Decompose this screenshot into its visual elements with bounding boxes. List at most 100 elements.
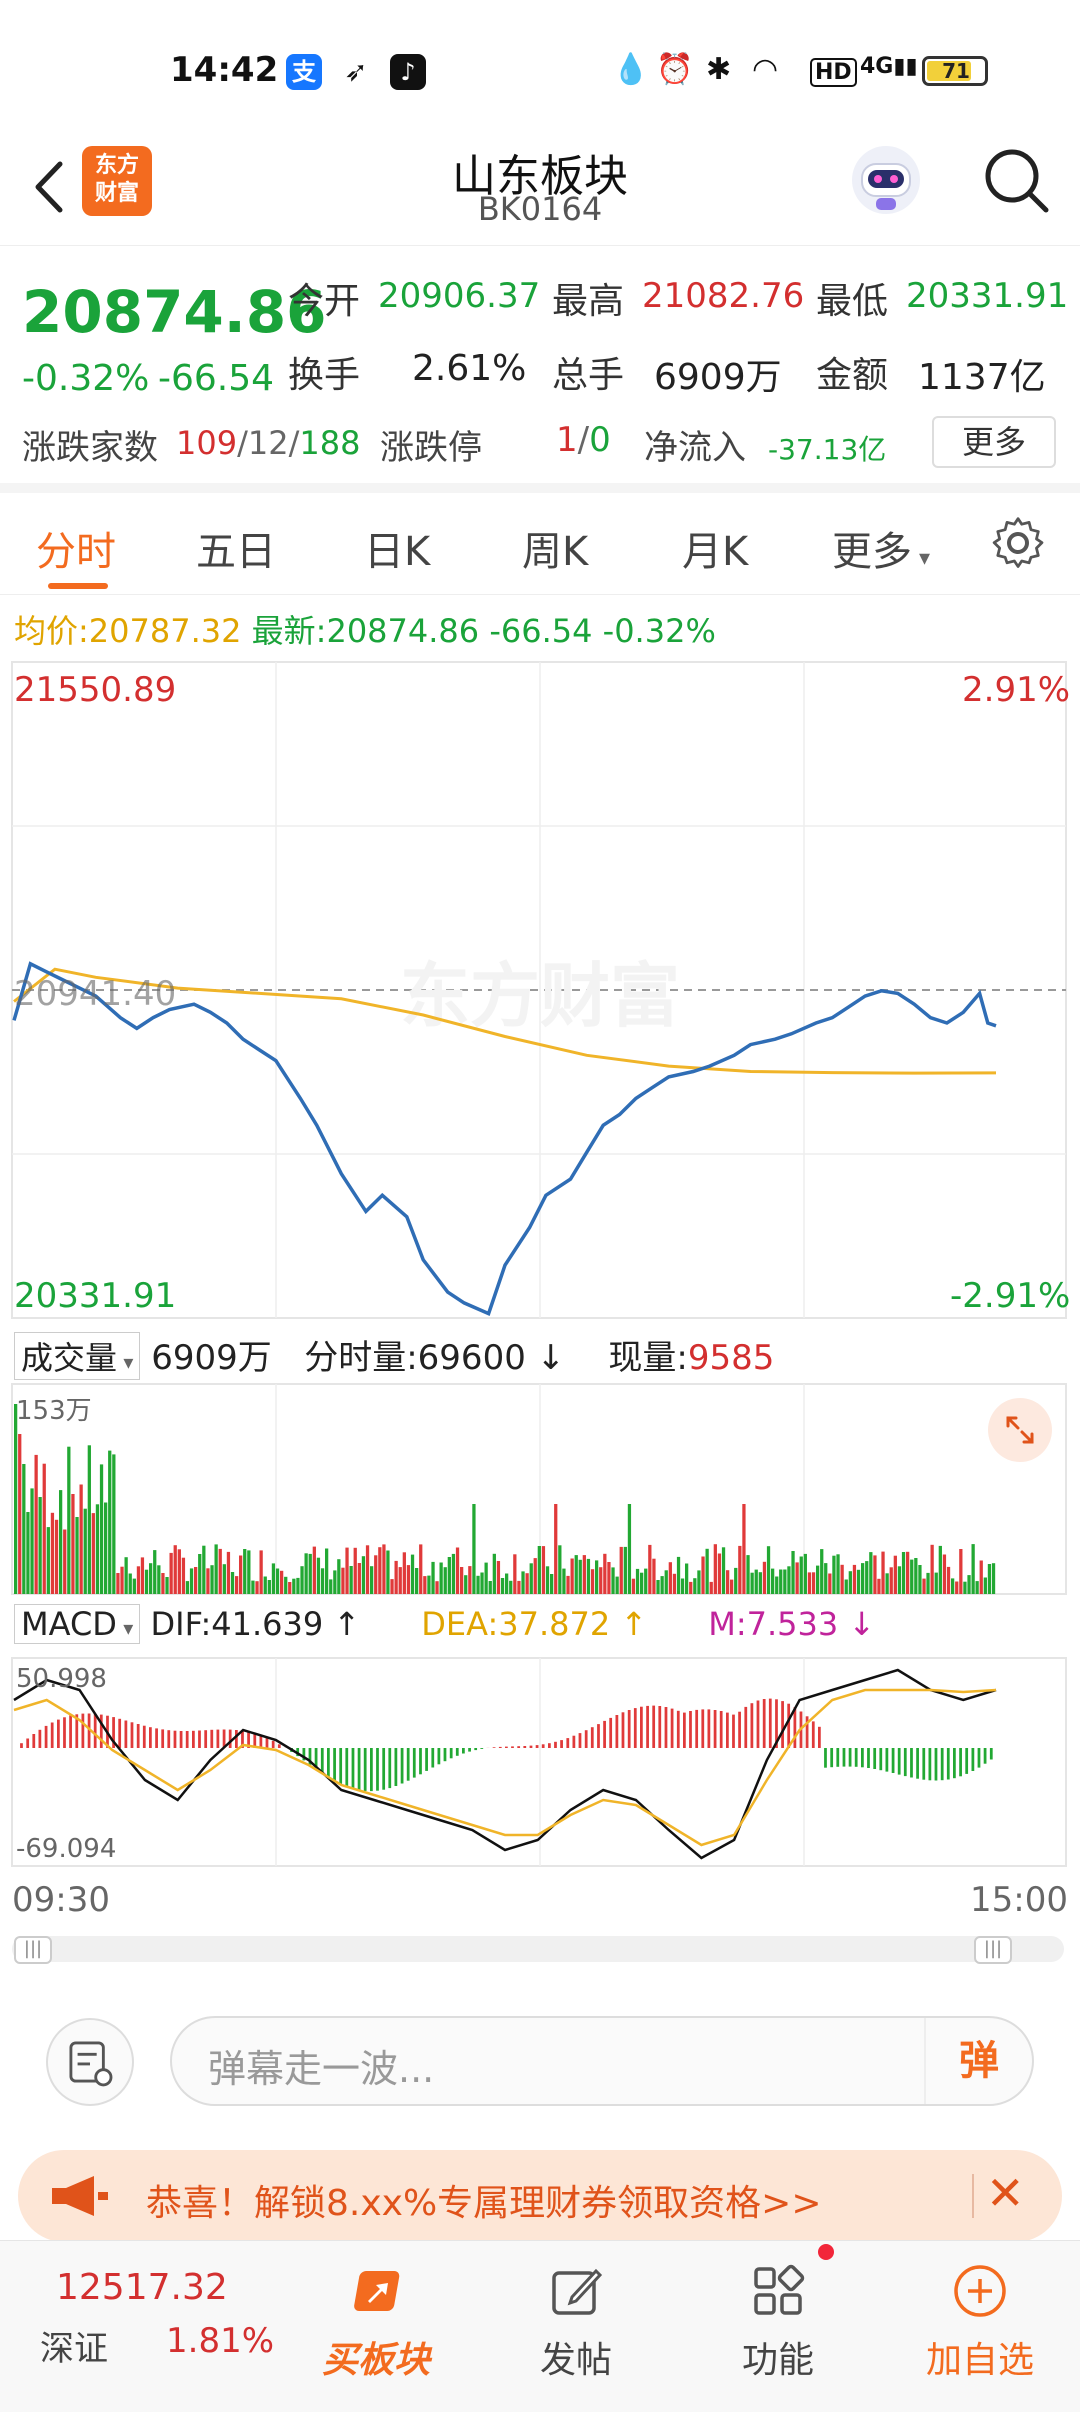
index-value[interactable]: 12517.32 — [56, 2267, 228, 2308]
volume-bar — [333, 1570, 337, 1594]
nav-add-watchlist[interactable]: 加自选 — [900, 2261, 1060, 2383]
volume-bar — [144, 1569, 149, 1594]
time-range-scrollbar[interactable] — [12, 1936, 1064, 1962]
volume-bar — [672, 1573, 677, 1594]
nav-functions[interactable]: 功能 — [698, 2261, 858, 2383]
expand-icon[interactable] — [988, 1398, 1052, 1462]
volume-bar — [341, 1567, 345, 1594]
volume-bar — [267, 1580, 271, 1594]
volume-bar — [423, 1576, 427, 1594]
macd-bar — [897, 1748, 901, 1775]
volume-bar — [537, 1546, 541, 1594]
volume-bar — [951, 1578, 955, 1594]
volume-bar — [95, 1504, 100, 1594]
tiktok-icon: ♪ — [390, 54, 426, 90]
macd-bar — [934, 1748, 938, 1781]
macd-bar — [320, 1748, 324, 1774]
app-logo[interactable]: 东方 财富 — [82, 146, 152, 216]
macd-bar — [130, 1722, 134, 1748]
macd-bar — [572, 1735, 576, 1748]
volume-bar — [50, 1512, 55, 1594]
volume-bar — [820, 1549, 824, 1594]
volume-bar — [312, 1546, 316, 1594]
volume-bar — [263, 1576, 267, 1594]
macd-bar — [106, 1715, 109, 1748]
tab-intraday[interactable]: 分时 — [36, 519, 116, 577]
tab-monthly-k[interactable]: 月K — [682, 519, 748, 577]
macd-bar — [529, 1745, 533, 1748]
search-icon[interactable] — [976, 140, 1056, 220]
range-end-handle[interactable]: ||| — [974, 1936, 1012, 1964]
danmaku-toggle-button[interactable]: 弹 — [924, 2018, 1032, 2104]
index-pct[interactable]: 1.81% — [166, 2321, 274, 2361]
promo-banner[interactable]: 恭喜！解锁8.xx%专属理财券领取资格>> ✕ — [18, 2150, 1062, 2242]
tab-more[interactable]: 更多 ▾ — [832, 519, 930, 577]
volume-selector[interactable]: 成交量 ▾ — [14, 1332, 141, 1380]
back-arrow-icon[interactable] — [24, 152, 84, 222]
volume-bar — [816, 1565, 820, 1594]
close-icon[interactable]: ✕ — [986, 2166, 1025, 2220]
macd-bar — [523, 1746, 527, 1748]
macd-bar — [652, 1705, 656, 1748]
volume-bar — [607, 1562, 611, 1594]
macd-selector[interactable]: MACD ▾ — [14, 1604, 141, 1644]
limit-count: 1/0 — [556, 420, 611, 460]
volume-bar — [451, 1553, 456, 1594]
danmaku-input[interactable]: 弹幕走一波... 弹 — [170, 2016, 1034, 2106]
volume-bar — [439, 1562, 443, 1594]
volume-bar — [153, 1550, 157, 1594]
price-summary-line: 均价:20787.32 最新:20874.86 -66.54 -0.32% — [14, 612, 716, 650]
volume-bar — [680, 1578, 685, 1594]
volume-bar — [721, 1547, 726, 1594]
alarm-icon: ⏰ — [656, 52, 694, 87]
macd-bar — [738, 1711, 741, 1748]
nav-post[interactable]: 发帖 — [496, 2261, 656, 2383]
nav-buy-board[interactable]: 买板块 — [296, 2261, 456, 2383]
macd-bar — [854, 1748, 858, 1767]
volume-bar — [329, 1579, 333, 1594]
volume-bar — [382, 1544, 386, 1594]
tab-weekly-k[interactable]: 周K — [522, 519, 588, 577]
tab-daily-k[interactable]: 日K — [364, 519, 430, 577]
volume-bar — [979, 1560, 983, 1594]
volume-bar — [832, 1555, 836, 1594]
volume-bar — [726, 1570, 730, 1594]
macd-bar — [940, 1748, 944, 1781]
volume-bar — [603, 1553, 607, 1594]
watermark: 东方财富 — [400, 955, 680, 1037]
volume-bar — [906, 1551, 910, 1594]
danmaku-settings-icon[interactable] — [46, 2018, 134, 2106]
settings-gear-icon[interactable] — [990, 515, 1046, 571]
volume-bar — [631, 1578, 636, 1594]
macd-bar — [455, 1748, 459, 1756]
volume-bar — [901, 1552, 906, 1594]
volume-bar — [357, 1563, 361, 1594]
macd-bar — [953, 1748, 956, 1779]
range-start-handle[interactable]: ||| — [14, 1936, 52, 1964]
turnover-value: 2.61% — [412, 348, 527, 389]
volume-bar — [615, 1576, 619, 1594]
volume-bar — [517, 1580, 521, 1594]
macd-bar — [210, 1729, 214, 1748]
tab-five-day[interactable]: 五日 — [196, 519, 276, 577]
volume-bar — [427, 1575, 431, 1594]
volume-bar — [709, 1581, 713, 1594]
volume-bar — [378, 1547, 382, 1594]
volume-bar — [320, 1568, 325, 1594]
change-value: -66.54 — [158, 358, 275, 399]
index-name[interactable]: 深证 — [40, 2321, 108, 2370]
volume-bar — [406, 1565, 411, 1594]
macd-bar — [290, 1748, 293, 1752]
volume-bar — [807, 1572, 812, 1594]
volume-bar — [623, 1546, 627, 1594]
macd-bar — [20, 1743, 23, 1748]
macd-bar — [259, 1735, 263, 1748]
volume-bar — [415, 1568, 419, 1594]
more-button[interactable]: 更多 — [932, 416, 1056, 468]
macd-bar — [658, 1706, 662, 1748]
macd-bar — [112, 1717, 115, 1748]
volume-max-label: 153万 — [16, 1396, 92, 1426]
netflow-label: 净流入 — [644, 428, 746, 468]
robot-assistant-icon[interactable] — [846, 140, 926, 220]
volume-bar — [730, 1579, 734, 1594]
